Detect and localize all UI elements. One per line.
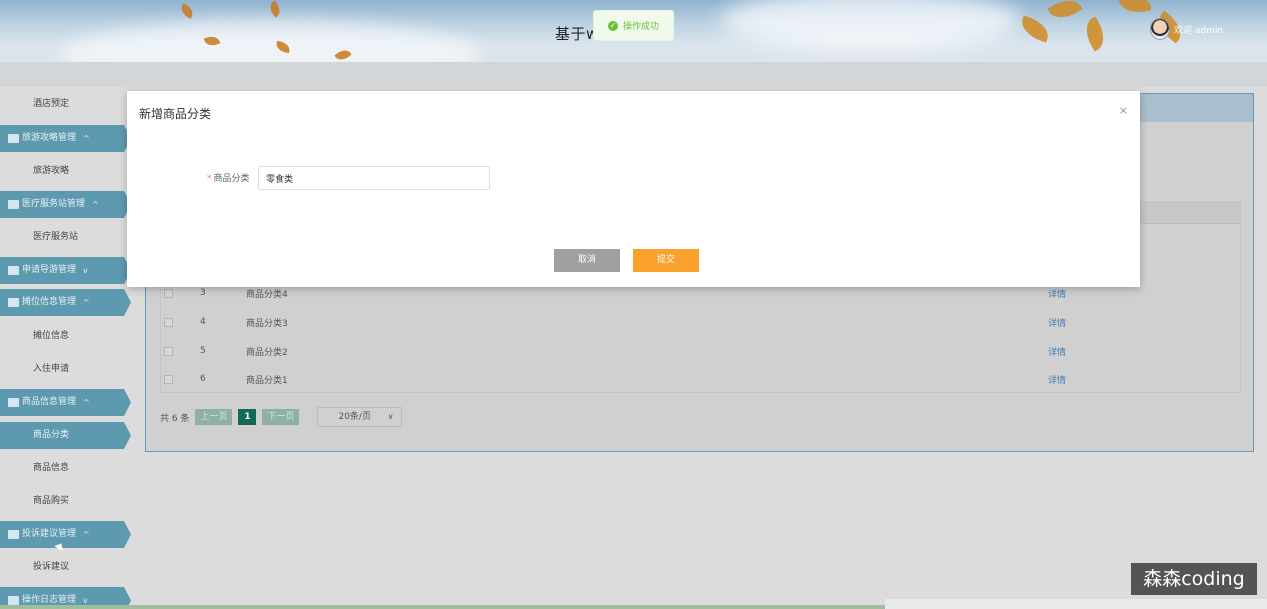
sidebar-item-product-category[interactable]: 商品分类 (0, 422, 131, 449)
submit-button[interactable]: 提交 (633, 249, 699, 272)
sidebar-group-product-info[interactable]: 商品信息管理 ^ (0, 389, 131, 416)
row-index: 4 (200, 317, 206, 327)
chevron-up-icon: ^ (83, 298, 90, 307)
pagination-total: 共 6 条 (160, 413, 190, 424)
sidebar-item-product-info[interactable]: 商品信息 (0, 452, 134, 485)
bottom-strip (0, 605, 885, 609)
row-index: 6 (200, 374, 206, 384)
sidebar-item-travel-guide[interactable]: 旅游攻略 (0, 155, 134, 188)
sidebar-item-checkin-application[interactable]: 入住申请 (0, 353, 134, 386)
category-field-label: * 商品分类 (207, 171, 250, 184)
required-mark: * (207, 174, 212, 184)
sidebar-item-label: 酒店预定 (33, 99, 70, 109)
close-icon[interactable]: × (1119, 104, 1128, 117)
toast-message: 操作成功 (622, 22, 659, 32)
sidebar-group-label: 医疗服务站管理 (22, 199, 86, 209)
row-index: 5 (200, 346, 206, 356)
row-checkbox[interactable] (164, 288, 173, 298)
sidebar-group-label: 摊位信息管理 (22, 297, 77, 307)
pagination: 共 6 条 上一页 1 下一页 20条/页 ∨ (160, 407, 403, 427)
row-category-name: 商品分类1 (246, 375, 288, 386)
category-field-label-text: 商品分类 (213, 174, 250, 184)
avatar (1150, 18, 1170, 40)
row-category-name: 商品分类2 (246, 347, 288, 358)
row-checkbox[interactable] (164, 317, 173, 327)
cart-icon (8, 398, 19, 407)
row-category-name: 商品分类4 (246, 289, 288, 300)
page-size-select[interactable]: 20条/页 ∨ (317, 407, 403, 427)
sidebar-item-product-purchase[interactable]: 商品购买 (0, 485, 134, 518)
chevron-up-icon: ^ (83, 134, 90, 143)
sidebar-group-medical-station[interactable]: 医疗服务站管理 ^ (0, 191, 131, 218)
guide-icon (8, 266, 19, 275)
chevron-up-icon: ^ (92, 200, 99, 209)
sidebar-group-label: 商品信息管理 (22, 397, 77, 407)
sidebar-item-label: 医疗服务站 (33, 232, 79, 242)
sidebar-item-label: 投诉建议 (33, 562, 70, 572)
user-menu[interactable]: 欢迎 admin (1150, 18, 1223, 40)
nav-bar (0, 62, 1267, 87)
sidebar: 酒店预定 旅游攻略管理 ^ 旅游攻略 医疗服务站管理 ^ 医疗服务站 申请导游管理 v… (0, 88, 134, 609)
prev-page-button[interactable]: 上一页 (195, 409, 233, 425)
sidebar-item-medical-station[interactable]: 医疗服务站 (0, 221, 134, 254)
row-detail-link[interactable]: 详情 (1048, 345, 1066, 358)
leaf-decoration (178, 3, 196, 19)
add-category-dialog: 新增商品分类 × *商品分类 取消 提交 (127, 91, 1140, 287)
bottom-strip (885, 599, 1267, 609)
building-icon (8, 134, 19, 143)
comment-icon (8, 530, 19, 539)
row-checkbox[interactable] (164, 346, 173, 356)
cancel-button[interactable]: 取消 (554, 249, 620, 272)
sidebar-item-label: 商品分类 (33, 430, 70, 440)
sidebar-group-stall-info[interactable]: 摊位信息管理 ^ (0, 289, 131, 316)
sidebar-item-label: 商品购买 (33, 496, 70, 506)
chevron-up-icon: ^ (83, 398, 90, 407)
row-category-name: 商品分类3 (246, 318, 288, 329)
row-detail-link[interactable]: 详情 (1048, 316, 1066, 329)
sidebar-group-travel-guide[interactable]: 旅游攻略管理 ^ (0, 125, 131, 152)
table-row: 5 商品分类2 详情 (160, 337, 1239, 365)
leaf-decoration (266, 0, 284, 18)
log-icon (8, 596, 19, 605)
row-index: 3 (200, 288, 206, 298)
next-page-button[interactable]: 下一页 (262, 409, 300, 425)
category-name-input[interactable] (258, 166, 490, 190)
sidebar-item-complaints[interactable]: 投诉建议 (0, 551, 134, 584)
row-detail-link[interactable]: 详情 (1048, 373, 1066, 386)
sidebar-group-label: 投诉建议管理 (22, 529, 77, 539)
page-size-value: 20条/页 (338, 412, 371, 422)
cloud-decoration (720, 0, 1020, 50)
row-detail-link[interactable]: 详情 (1048, 287, 1066, 300)
success-toast: ✓ 操作成功 (593, 10, 674, 41)
sidebar-item-label: 摊位信息 (33, 331, 70, 341)
current-page-button[interactable]: 1 (238, 409, 257, 425)
sidebar-item-label: 商品信息 (33, 463, 70, 473)
watermark: 森森coding (1131, 563, 1257, 595)
sidebar-group-label: 申请导游管理 (22, 265, 77, 275)
user-greeting: 欢迎 admin (1174, 25, 1224, 36)
sidebar-item-hotel-booking[interactable]: 酒店预定 (0, 88, 134, 121)
chevron-up-icon: ^ (83, 530, 90, 539)
table-row: 4 商品分类3 详情 (160, 308, 1239, 336)
sidebar-group-label: 旅游攻略管理 (22, 133, 77, 143)
sidebar-item-stall-info[interactable]: 摊位信息 (0, 320, 134, 353)
check-circle-icon: ✓ (607, 20, 618, 31)
cloud-decoration (60, 20, 480, 62)
sidebar-group-complaints[interactable]: 投诉建议管理 ^ (0, 521, 131, 548)
row-checkbox[interactable] (164, 374, 173, 384)
grid-icon (8, 298, 19, 307)
sidebar-group-guide-application[interactable]: 申请导游管理 v (0, 257, 131, 284)
chevron-down-icon: ∨ (387, 412, 394, 421)
dialog-title: 新增商品分类 (139, 107, 212, 121)
chevron-down-icon: v (83, 266, 88, 275)
sidebar-item-label: 旅游攻略 (33, 166, 70, 176)
hospital-icon (8, 200, 19, 209)
sidebar-item-label: 入住申请 (33, 364, 70, 374)
table-row: 6 商品分类1 详情 (160, 365, 1239, 393)
